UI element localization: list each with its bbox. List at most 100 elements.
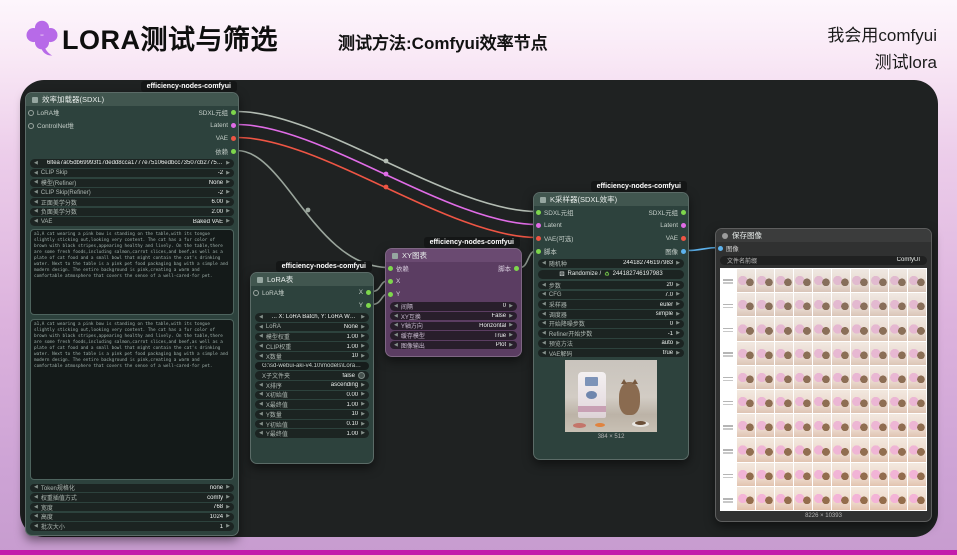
node-graph-canvas[interactable]: efficiency-nodes-comfyui efficiency-node… <box>20 80 938 537</box>
in-port-VAE(可选)[interactable]: VAE(可选) <box>537 234 573 243</box>
widget-cfg[interactable]: ◀CFG7.0▶ <box>538 291 684 300</box>
out-port-图像[interactable]: 图像 <box>665 247 685 256</box>
collapse-icon[interactable] <box>32 97 38 103</box>
arrow-right-icon[interactable]: ▶ <box>361 392 365 397</box>
node-header[interactable]: 效率加载器(SDXL) <box>26 93 238 106</box>
widget-seed[interactable]: ◀随机种244182746197983▶ <box>538 259 684 268</box>
node-save-image[interactable]: 保存图像 图像 文件名前缀ComfyUI 8226 × 10393 <box>715 228 932 522</box>
arrow-right-icon[interactable]: ▶ <box>226 495 230 500</box>
in-port-X[interactable]: X <box>389 278 400 285</box>
widget-x-count[interactable]: ◀X数量10▶ <box>255 352 369 361</box>
in-port-SDXL元组[interactable]: SDXL元组 <box>537 208 573 217</box>
arrow-left-icon[interactable]: ◀ <box>259 354 263 359</box>
arrow-right-icon[interactable]: ▶ <box>509 333 513 338</box>
node-lora-table[interactable]: LoRA表 LoRA堆XY ◀... X: LoRA Batch, Y: LoR… <box>250 272 374 464</box>
arrow-right-icon[interactable]: ▶ <box>676 321 680 326</box>
arrow-left-icon[interactable]: ◀ <box>542 331 546 336</box>
in-port-Y[interactable]: Y <box>389 291 400 298</box>
node-header[interactable]: 保存图像 <box>716 229 931 242</box>
widget-grid-spacing[interactable]: ◀间隔0▶ <box>390 302 517 311</box>
arrow-left-icon[interactable]: ◀ <box>34 161 38 166</box>
arrow-right-icon[interactable]: ▶ <box>226 505 230 510</box>
arrow-right-icon[interactable]: ▶ <box>361 354 365 359</box>
arrow-right-icon[interactable]: ▶ <box>226 161 230 166</box>
arrow-right-icon[interactable]: ▶ <box>361 325 365 330</box>
arrow-right-icon[interactable]: ▶ <box>361 334 365 339</box>
toggle-knob-icon[interactable] <box>358 372 365 379</box>
widget-start-denoise-steps[interactable]: ◀开始降噪步数0▶ <box>538 320 684 329</box>
arrow-left-icon[interactable]: ◀ <box>34 190 38 195</box>
result-panel[interactable] <box>720 268 927 511</box>
arrow-left-icon[interactable]: ◀ <box>259 344 263 349</box>
widget-negative-aesthetic-score[interactable]: ◀负面美学分数2.00▶ <box>30 208 234 217</box>
arrow-left-icon[interactable]: ◀ <box>34 171 38 176</box>
arrow-left-icon[interactable]: ◀ <box>259 422 263 427</box>
widget-clip-skip[interactable]: ◀CLIP Skip-2▶ <box>30 169 234 178</box>
widget-batch-size[interactable]: ◀批次大小1▶ <box>30 522 234 531</box>
in-port-LoRA堆[interactable]: LoRA堆 <box>254 288 284 297</box>
arrow-left-icon[interactable]: ◀ <box>394 314 398 319</box>
arrow-left-icon[interactable]: ◀ <box>259 325 263 330</box>
widget-height[interactable]: ◀高度1024▶ <box>30 513 234 522</box>
arrow-left-icon[interactable]: ◀ <box>34 495 38 500</box>
arrow-right-icon[interactable]: ▶ <box>676 302 680 307</box>
arrow-left-icon[interactable]: ◀ <box>34 180 38 185</box>
arrow-right-icon[interactable]: ▶ <box>226 209 230 214</box>
arrow-right-icon[interactable]: ▶ <box>361 431 365 436</box>
widget-refiner-start-steps[interactable]: ◀Refiner开始步数-1▶ <box>538 329 684 338</box>
node-xy-plot[interactable]: XY图表 依赖脚本XY ◀间隔0▶◀XY互换False▶◀Y轴方向Horizon… <box>385 248 522 357</box>
widget-refiner-model[interactable]: ◀模型(Refiner)None▶ <box>30 179 234 188</box>
arrow-left-icon[interactable]: ◀ <box>394 343 398 348</box>
widget-y-label-orientation[interactable]: ◀Y轴方向Horizontal▶ <box>390 322 517 331</box>
arrow-left-icon[interactable]: ◀ <box>542 292 546 297</box>
widget-sampler[interactable]: ◀采样器euler▶ <box>538 300 684 309</box>
arrow-right-icon[interactable]: ▶ <box>361 412 365 417</box>
arrow-left-icon[interactable]: ◀ <box>394 333 398 338</box>
positive-prompt-textarea[interactable]: a1,A cat wearing a pink bow is standing … <box>30 229 234 315</box>
widget-ckpt-name[interactable]: ◀6ltea7a05db69993f17dedd8cca1777e75106ed… <box>30 159 234 168</box>
in-port-脚本[interactable]: 脚本 <box>537 247 557 256</box>
arrow-right-icon[interactable]: ▶ <box>676 351 680 356</box>
arrow-left-icon[interactable]: ◀ <box>259 315 263 320</box>
arrow-right-icon[interactable]: ▶ <box>361 422 365 427</box>
arrow-left-icon[interactable]: ◀ <box>34 505 38 510</box>
arrow-right-icon[interactable]: ▶ <box>676 292 680 297</box>
arrow-left-icon[interactable]: ◀ <box>259 412 263 417</box>
arrow-left-icon[interactable]: ◀ <box>34 485 38 490</box>
out-port-X[interactable]: X <box>359 289 370 296</box>
arrow-left-icon[interactable]: ◀ <box>542 312 546 317</box>
arrow-left-icon[interactable]: ◀ <box>34 219 38 224</box>
arrow-left-icon[interactable]: ◀ <box>259 334 263 339</box>
out-port-SDXL元组[interactable]: SDXL元组 <box>199 108 235 117</box>
widget-x-last[interactable]: ◀X最终值1.00▶ <box>255 400 369 409</box>
widget-scheduler[interactable]: ◀调度器simple▶ <box>538 310 684 319</box>
arrow-left-icon[interactable]: ◀ <box>542 341 546 346</box>
widget-batch-path[interactable]: G:\sd-webui-aki-v4.10\models\Lora\X ... <box>255 362 369 371</box>
widget-weight-interpretation[interactable]: ◀权重插值方式comfy▶ <box>30 493 234 502</box>
arrow-left-icon[interactable]: ◀ <box>259 431 263 436</box>
widget-steps[interactable]: ◀步数20▶ <box>538 281 684 290</box>
in-port-LoRA堆[interactable]: LoRA堆 <box>29 108 59 117</box>
widget-clip-skip-refiner[interactable]: ◀CLIP Skip(Refiner)-2▶ <box>30 188 234 197</box>
arrow-right-icon[interactable]: ▶ <box>226 190 230 195</box>
widget-filename-prefix[interactable]: 文件名前缀ComfyUI <box>720 256 927 265</box>
arrow-right-icon[interactable]: ▶ <box>226 171 230 176</box>
node-header[interactable]: K采样器(SDXL效率) <box>534 193 688 206</box>
collapse-icon[interactable] <box>540 197 546 203</box>
node-header[interactable]: XY图表 <box>386 249 521 262</box>
in-port-图像[interactable]: 图像 <box>719 244 739 253</box>
arrow-left-icon[interactable]: ◀ <box>542 261 546 266</box>
arrow-right-icon[interactable]: ▶ <box>361 315 365 320</box>
arrow-right-icon[interactable]: ▶ <box>509 323 513 328</box>
in-port-依赖[interactable]: 依赖 <box>389 264 409 273</box>
arrow-right-icon[interactable]: ▶ <box>509 314 513 319</box>
out-port-Y[interactable]: Y <box>359 302 370 309</box>
widget-x-first[interactable]: ◀X初始值0.00▶ <box>255 391 369 400</box>
arrow-right-icon[interactable]: ▶ <box>676 331 680 336</box>
widget-vae-decode[interactable]: ◀VAE解码true▶ <box>538 349 684 358</box>
arrow-left-icon[interactable]: ◀ <box>542 351 546 356</box>
arrow-left-icon[interactable]: ◀ <box>394 323 398 328</box>
widget-y-count[interactable]: ◀Y数量10▶ <box>255 410 369 419</box>
widget-positive-aesthetic-score[interactable]: ◀正面美学分数6.00▶ <box>30 198 234 207</box>
arrow-left-icon[interactable]: ◀ <box>34 524 38 529</box>
